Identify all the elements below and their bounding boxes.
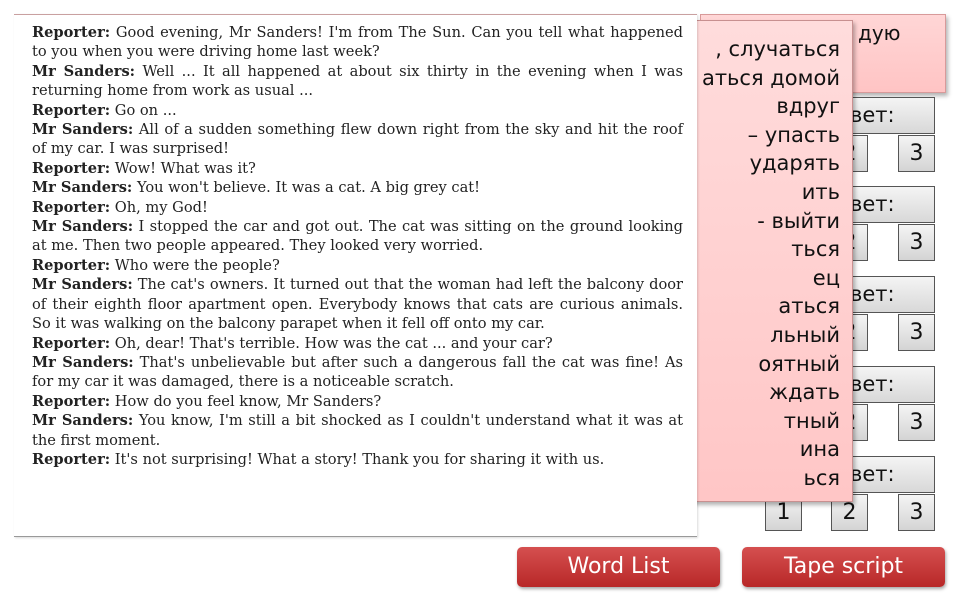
- utterance: Oh, dear! That's terrible. How was the c…: [110, 334, 553, 352]
- answer-option-3[interactable]: 3: [898, 404, 935, 441]
- dialogue-line: Mr Sanders: All of a sudden something fl…: [32, 120, 683, 159]
- speaker: Mr Sanders:: [32, 412, 134, 430]
- word-list-item: ься: [803, 466, 840, 490]
- word-list-item: – упасть: [747, 122, 840, 147]
- utterance: How do you feel know, Mr Sanders?: [110, 392, 382, 410]
- speaker: Mr Sanders:: [32, 218, 134, 236]
- dialogue-line: Reporter: Oh, dear! That's terrible. How…: [32, 334, 683, 353]
- answer-option-3[interactable]: 3: [898, 314, 935, 351]
- speaker: Reporter:: [32, 101, 111, 119]
- dialogue-line: Mr Sanders: That's unbelievable but afte…: [32, 353, 683, 392]
- task-text: дую: [858, 21, 901, 45]
- word-list-item: оятный: [758, 351, 840, 376]
- answer-option-3[interactable]: 3: [898, 494, 935, 531]
- speaker: Reporter:: [32, 24, 111, 41]
- answer-option-3[interactable]: 3: [898, 135, 935, 172]
- word-list-item: вдруг: [776, 94, 840, 119]
- utterance: Who were the people?: [110, 256, 280, 274]
- answer-label: вет:: [845, 186, 935, 223]
- word-list-item: тный: [783, 408, 840, 433]
- utterance: Wow! What was it?: [110, 159, 256, 177]
- speaker: Mr Sanders:: [32, 179, 133, 197]
- word-list-item: ец: [812, 265, 840, 290]
- dialogue-line: Mr Sanders: The cat's owners. It turned …: [32, 275, 683, 333]
- speaker: Mr Sanders:: [32, 121, 134, 139]
- dialogue-line: Reporter: Who were the people?: [32, 256, 683, 275]
- word-list-item: ударять: [749, 151, 840, 176]
- speaker: Mr Sanders:: [32, 276, 133, 294]
- dialogue-line: Reporter: Wow! What was it?: [32, 159, 683, 178]
- word-list-item: , случаться: [715, 37, 840, 61]
- speaker: Mr Sanders:: [32, 353, 134, 371]
- utterance: Good evening, Mr Sanders! I'm from The S…: [32, 24, 683, 61]
- word-list-item: ждать: [769, 380, 840, 405]
- utterance: You won't believe. It was a cat. A big g…: [132, 179, 480, 197]
- answer-label: вет:: [845, 276, 935, 313]
- answer-option-3[interactable]: 3: [898, 224, 935, 261]
- dialogue-line: Mr Sanders: You know, I'm still a bit sh…: [32, 411, 683, 450]
- word-list-item: льный: [770, 323, 840, 347]
- tape-script-button[interactable]: Tape script: [742, 547, 945, 587]
- dialogue-line: Mr Sanders: Well ... It all happened at …: [32, 62, 683, 101]
- utterance: Oh, my God!: [110, 198, 208, 216]
- dialogue-line: Reporter: Go on ...: [32, 101, 683, 120]
- utterance: It's not surprising! What a story! Thank…: [110, 450, 605, 468]
- speaker: Reporter:: [32, 334, 111, 352]
- utterance: Go on ...: [110, 101, 177, 119]
- dialogue-line: Reporter: It's not surprising! What a st…: [32, 450, 683, 469]
- word-list-item: ться: [791, 237, 840, 262]
- word-list-button[interactable]: Word List: [517, 547, 720, 587]
- dialogue-line: Reporter: Oh, my God!: [32, 198, 683, 217]
- answer-label: вет:: [845, 456, 935, 493]
- word-list-item: аться: [778, 294, 840, 319]
- answer-label: вет:: [845, 97, 935, 134]
- dialogue-line: Mr Sanders: I stopped the car and got ou…: [32, 217, 683, 256]
- word-list-item: ить: [801, 180, 840, 204]
- dialogue-line: Reporter: How do you feel know, Mr Sande…: [32, 392, 683, 411]
- word-list-item: ина: [799, 437, 840, 462]
- speaker: Mr Sanders:: [32, 62, 136, 80]
- answer-label: вет:: [845, 366, 935, 403]
- word-list-item: - выйти: [757, 208, 840, 233]
- speaker: Reporter:: [32, 256, 111, 274]
- word-list-panel: , случаться аться домой вдруг – упасть удар…: [680, 20, 853, 502]
- word-list-item: аться домой: [701, 65, 840, 90]
- tape-script-document: Reporter: Good evening, Mr Sanders! I'm …: [14, 14, 697, 537]
- speaker: Reporter:: [32, 198, 111, 216]
- dialogue-line: Mr Sanders: You won't believe. It was a …: [32, 178, 683, 197]
- speaker: Reporter:: [32, 392, 111, 410]
- speaker: Reporter:: [32, 159, 111, 177]
- dialogue-line: Reporter: Good evening, Mr Sanders! I'm …: [32, 23, 683, 62]
- speaker: Reporter:: [32, 450, 111, 468]
